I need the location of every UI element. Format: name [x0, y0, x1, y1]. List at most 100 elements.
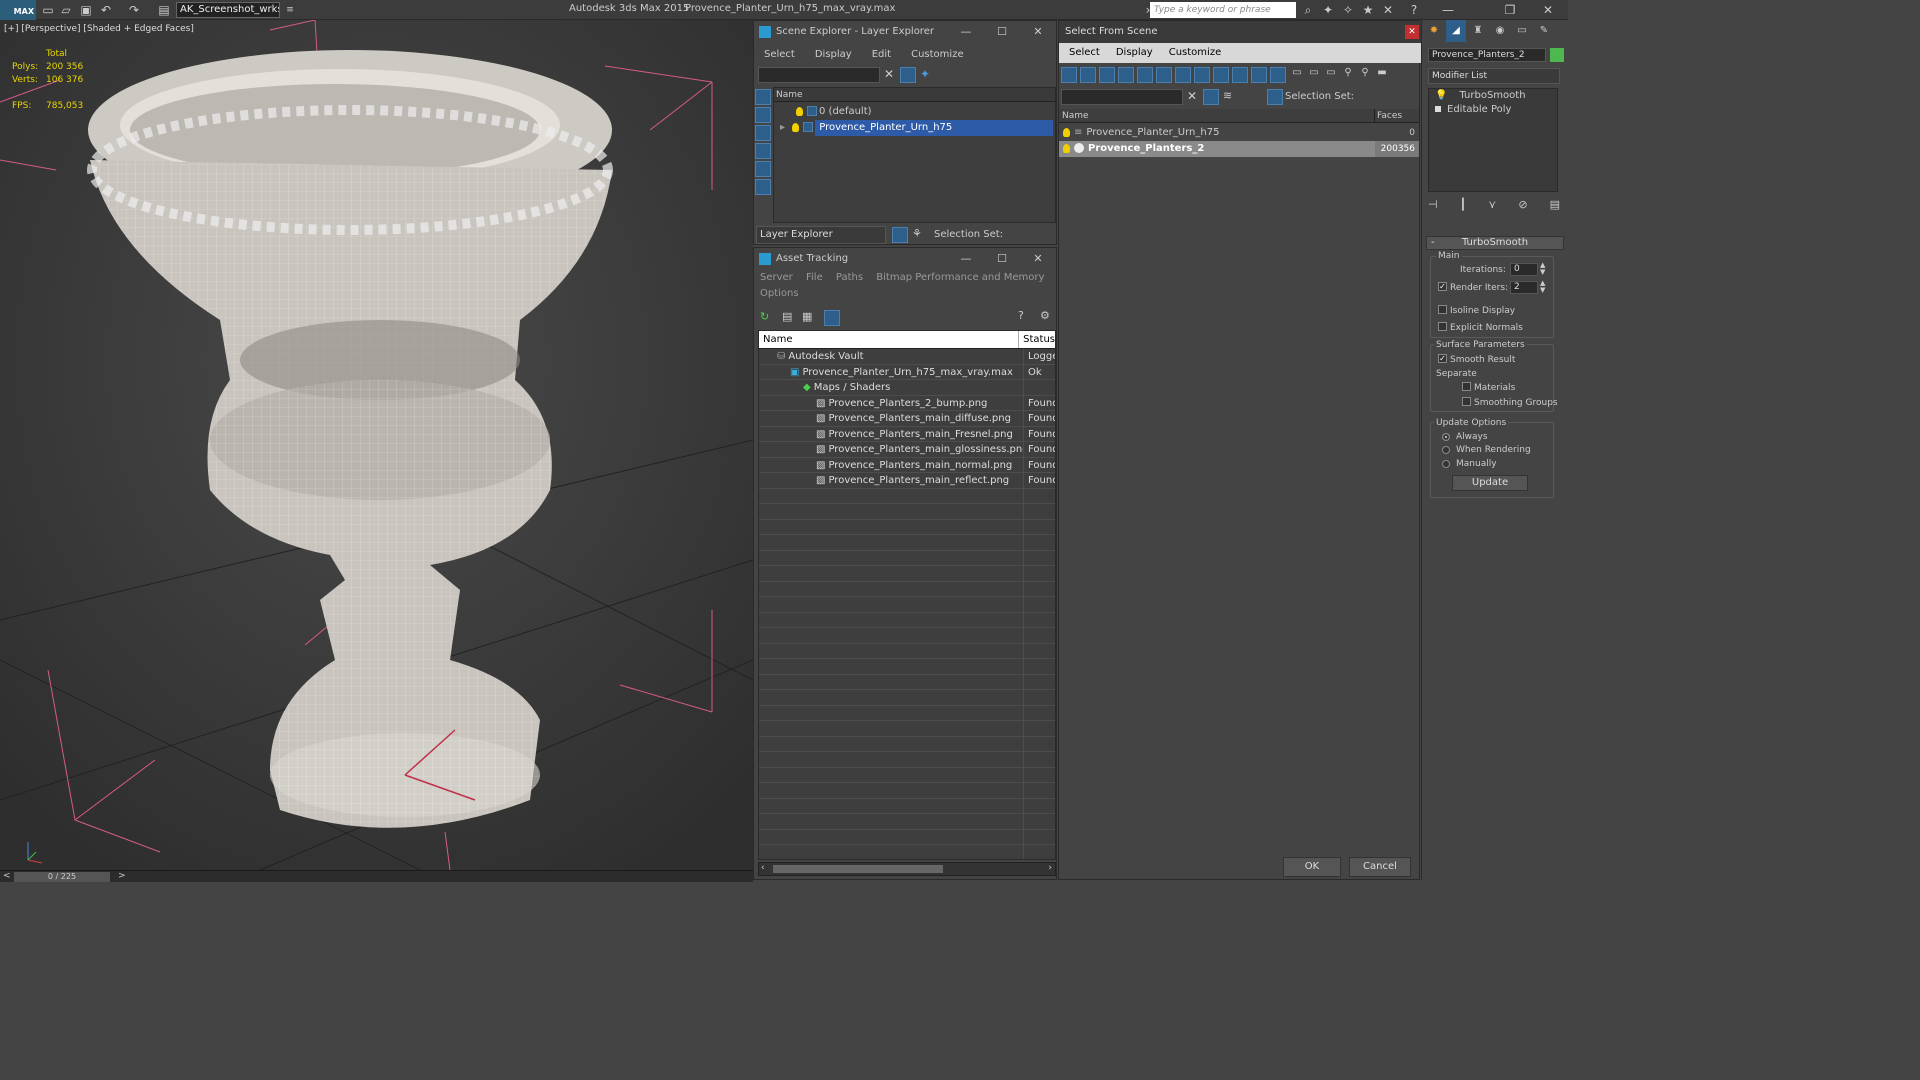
create-tab-icon[interactable]: ✸	[1424, 20, 1444, 42]
filter-icon[interactable]	[900, 67, 916, 83]
time-prev-button[interactable]: <	[3, 871, 11, 881]
display-tab-icon[interactable]: ▭	[1512, 20, 1532, 42]
display-shapes-icon[interactable]	[755, 107, 771, 123]
panel-toggle-icon[interactable]: ▬	[1374, 67, 1390, 85]
time-slider[interactable]: 0 / 225	[14, 872, 110, 882]
update-button[interactable]: Update	[1452, 475, 1528, 491]
materials-checkbox[interactable]	[1462, 382, 1471, 391]
table-view-icon[interactable]	[824, 310, 840, 326]
display-geometry-icon[interactable]	[755, 89, 771, 105]
asset-row[interactable]: ▧Provence_Planters_main_diffuse.png Found	[759, 411, 1055, 427]
maximize-icon[interactable]: ☐	[984, 248, 1020, 270]
menu-customize[interactable]: Customize	[901, 45, 974, 65]
menu-paths[interactable]: Paths	[836, 272, 863, 283]
smooth-result-checkbox[interactable]: ✓	[1438, 354, 1447, 363]
thumbnail-view-icon[interactable]: ▦	[802, 310, 812, 323]
horizontal-scrollbar[interactable]: ‹ ›	[758, 862, 1056, 876]
filter-groups-icon[interactable]	[1175, 67, 1191, 83]
help-icon[interactable]: ?	[1018, 309, 1024, 322]
column-name-header[interactable]: Name	[1059, 109, 1375, 122]
layer-row-default[interactable]: 0 (default)	[774, 104, 1055, 120]
layer-row-urn[interactable]: ▸ Provence_Planter_Urn_h75	[774, 120, 1055, 136]
select-all-icon[interactable]: ▭	[1289, 67, 1305, 85]
when-rendering-radio[interactable]	[1442, 446, 1450, 454]
object-row-urn[interactable]: ≡ Provence_Planter_Urn_h75 0	[1059, 125, 1419, 141]
clear-search-icon[interactable]: ✕	[1187, 89, 1197, 103]
menu-bitmap-performance[interactable]: Bitmap Performance and Memory	[876, 272, 1044, 283]
subscription-icon[interactable]: ✧	[1340, 2, 1356, 18]
collapse-icon[interactable]: -	[1431, 237, 1435, 249]
column-name-header[interactable]: Name	[774, 88, 1055, 102]
undo-icon[interactable]: ↶	[98, 2, 114, 18]
modifier-on-icon[interactable]: 💡	[1435, 90, 1447, 101]
hierarchy-tab-icon[interactable]: ♜	[1468, 20, 1488, 42]
make-unique-icon[interactable]: ⋎	[1488, 198, 1496, 218]
expand-arrow-icon[interactable]: ▸	[780, 122, 785, 133]
filter-lights-icon[interactable]	[1099, 67, 1115, 83]
filter-icon[interactable]	[1203, 89, 1219, 105]
menu-select[interactable]: Select	[754, 45, 805, 65]
menu-select[interactable]: Select	[1059, 43, 1110, 63]
object-color-swatch[interactable]	[1550, 48, 1564, 62]
new-file-icon[interactable]: ▭	[40, 2, 56, 18]
minimize-icon[interactable]: —	[948, 248, 984, 270]
column-faces-header[interactable]: Faces	[1375, 109, 1402, 122]
pin-stack-icon[interactable]: ⊣	[1428, 198, 1438, 218]
filter-frozen-icon[interactable]	[1251, 67, 1267, 83]
remove-modifier-icon[interactable]: ⊘	[1518, 198, 1527, 218]
asset-row[interactable]: ◆ Maps / Shaders	[759, 380, 1055, 396]
display-spacewarps-icon[interactable]	[755, 179, 771, 195]
workspace-menu-icon[interactable]: ≡	[282, 2, 298, 18]
filter-geometry-icon[interactable]	[1061, 67, 1077, 83]
show-end-result-icon[interactable]: ┃	[1460, 198, 1467, 218]
stack-item-editable-poly[interactable]: Editable Poly	[1429, 103, 1557, 117]
filter-cameras-icon[interactable]	[1118, 67, 1134, 83]
layer-explorer-icon[interactable]	[892, 227, 908, 243]
asset-row[interactable]: ▧Provence_Planters_main_Fresnel.png Found	[759, 426, 1055, 442]
object-row-planters[interactable]: Provence_Planters_2 200356	[1059, 141, 1419, 157]
display-lights-icon[interactable]	[755, 125, 771, 141]
visibility-icon[interactable]	[1063, 127, 1070, 137]
refresh-icon[interactable]: ↻	[760, 310, 769, 323]
menu-options[interactable]: Options	[760, 288, 799, 299]
redo-icon[interactable]: ↷	[126, 2, 142, 18]
hierarchy-filter-icon[interactable]: ⚲	[1357, 67, 1373, 85]
display-helpers-icon[interactable]	[755, 161, 771, 177]
filter-spacewarps-icon[interactable]	[1156, 67, 1172, 83]
filter-containers-icon[interactable]	[1232, 67, 1248, 83]
explicit-normals-checkbox[interactable]	[1438, 322, 1447, 331]
close-icon[interactable]: ✕	[1540, 2, 1556, 18]
select-invert-icon[interactable]: ▭	[1323, 67, 1339, 85]
iterations-spinner-arrows-icon[interactable]: ▲ ▼	[1540, 262, 1545, 276]
asset-row[interactable]: ▧ Provence_Planters_main_glossiness.png Fo…	[759, 442, 1055, 458]
project-folder-icon[interactable]: ▤	[156, 2, 172, 18]
utilities-tab-icon[interactable]: ✎	[1534, 20, 1554, 42]
scroll-left-icon[interactable]: ‹	[761, 863, 765, 873]
iterations-spinner[interactable]: 0	[1510, 263, 1538, 276]
display-cameras-icon[interactable]	[755, 143, 771, 159]
select-search-input[interactable]	[1061, 89, 1183, 105]
asset-row[interactable]: ⛁Autodesk Vault Logged	[759, 349, 1055, 365]
find-icon[interactable]: ⚲	[1340, 67, 1356, 85]
settings-icon[interactable]: ⚙	[1040, 309, 1050, 322]
exchange-icon[interactable]: ✕	[1380, 2, 1396, 18]
app-logo-icon[interactable]: MAX	[0, 0, 36, 20]
layer-visibility-icon[interactable]	[792, 122, 800, 132]
select-none-icon[interactable]: ▭	[1306, 67, 1322, 85]
filter-shapes-icon[interactable]	[1080, 67, 1096, 83]
time-next-button[interactable]: >	[118, 871, 126, 881]
filter-helpers-icon[interactable]	[1137, 67, 1153, 83]
hierarchy-icon[interactable]: ⚘	[912, 227, 922, 240]
menu-customize[interactable]: Customize	[1159, 43, 1232, 63]
smoothing-groups-checkbox[interactable]	[1462, 397, 1471, 406]
scroll-right-icon[interactable]: ›	[1048, 863, 1052, 873]
render-iters-checkbox[interactable]: ✓	[1438, 282, 1447, 291]
binoculars-icon[interactable]: ⌕	[1300, 2, 1316, 18]
modify-tab-icon[interactable]: ◢	[1446, 20, 1466, 42]
menu-file[interactable]: File	[806, 272, 823, 283]
tools-icon[interactable]: ✦	[1320, 2, 1336, 18]
asset-row[interactable]: ▣ Provence_Planter_Urn_h75_max_vray.max Ok	[759, 364, 1055, 380]
close-icon[interactable]: ✕	[1020, 248, 1056, 270]
hierarchy-icon[interactable]	[1267, 89, 1283, 105]
menu-display[interactable]: Display	[1110, 43, 1159, 63]
